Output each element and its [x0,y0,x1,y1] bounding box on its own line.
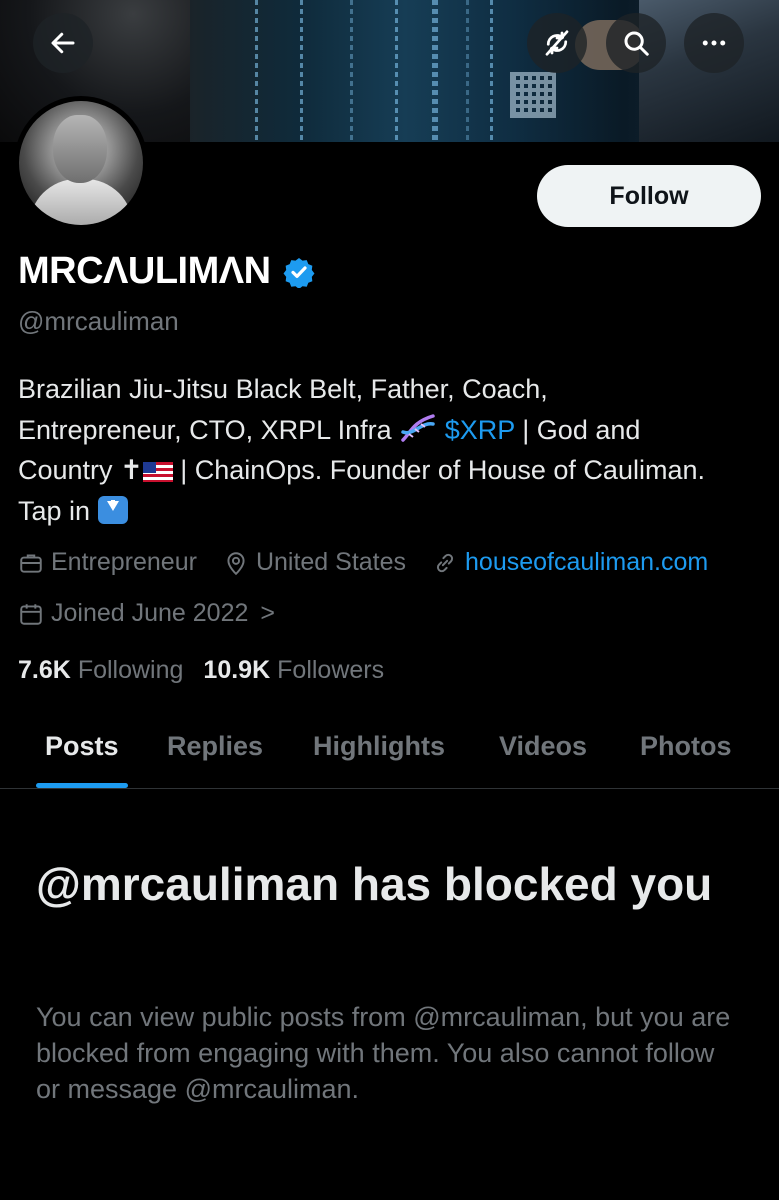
tab-highlights-label: Highlights [313,730,445,761]
bio-line-2: Entrepreneur, CTO, XRPL Infra $XRP | God… [18,410,768,451]
followers-stat[interactable]: 10.9K Followers [203,656,384,685]
following-stat[interactable]: 7.6K Following [18,656,183,685]
briefcase-icon [20,553,42,573]
bio-line-4: Tap in [18,491,768,532]
tab-highlights[interactable]: Highlights [313,710,445,782]
bio-line-4-text: Tap in [18,495,91,526]
search-icon [624,31,649,56]
banner-matrix-stream [490,0,493,142]
down-arrow-emoji-icon [97,495,128,524]
follow-button[interactable]: Follow [537,165,761,227]
tab-posts[interactable]: Posts [36,710,128,788]
us-flag-emoji-icon [142,462,173,482]
bio-line-2-text: Entrepreneur, CTO, XRPL Infra [18,414,392,445]
joined-row[interactable]: Joined June 2022 > [18,599,275,628]
profession-item: Entrepreneur [18,548,197,577]
website-link[interactable]: houseofcauliman.com [465,548,708,577]
verified-badge-icon[interactable] [283,256,315,288]
banner-matrix-stream [395,0,398,142]
location-item: United States [223,548,406,577]
blocked-title: @mrcauliman has blocked you [36,858,713,910]
followers-label: Followers [277,656,385,684]
sync-off-icon [545,30,569,56]
tab-photos[interactable]: Photos [640,710,732,782]
arrow-left-icon [51,32,75,54]
active-tab-indicator [36,783,128,788]
more-button[interactable] [684,13,744,73]
link-icon [436,553,454,572]
search-button[interactable] [606,13,666,73]
profession-label: Entrepreneur [51,548,197,576]
blocked-description: You can view public posts from @mrcaulim… [36,1002,731,1104]
avatar-head [53,115,107,183]
more-horizontal-icon [702,40,726,46]
bio-line-3-tail: | ChainOps. Founder of House of Cauliman… [180,455,705,485]
banner-matrix-stream [466,0,469,142]
following-count: 7.6K [18,656,71,684]
profile-bio: Brazilian Jiu-Jitsu Black Belt, Father, … [18,369,768,531]
banner-qr-code [510,72,556,118]
avatar[interactable] [14,96,148,230]
banner-matrix-stream [350,0,353,142]
banner-matrix-stream [300,0,303,142]
profile-tabs: Posts Replies Highlights Videos Photos [0,710,779,789]
sync-button[interactable] [527,13,587,73]
calendar-icon [20,603,42,625]
avatar-torso [29,179,133,225]
location-pin-icon [227,551,245,575]
user-handle: @mrcauliman [18,306,179,336]
bio-line-3-text: Country [18,455,113,485]
location-label: United States [255,548,407,576]
follow-stats: 7.6K Following 10.9K Followers [18,656,404,685]
tab-photos-label: Photos [640,730,732,761]
tab-videos[interactable]: Videos [499,710,587,782]
banner-matrix-stream [432,0,438,142]
cross-emoji-icon: ✝ [120,455,143,485]
dna-emoji-icon [401,413,435,442]
chevron-right-icon: > [260,599,275,627]
website-item[interactable]: houseofcauliman.com [432,548,708,577]
avatar-image [19,101,143,225]
following-label: Following [77,656,184,684]
tab-videos-label: Videos [499,730,588,761]
tab-posts-label: Posts [45,730,119,761]
bio-line-2-tail: | God and [522,414,641,445]
followers-count: 10.9K [203,656,271,684]
joined-date: Joined June 2022 [51,599,249,627]
xrp-cashtag-link[interactable]: $XRP [445,415,515,445]
display-name-text: MRCΛULIMΛN [18,250,271,292]
bio-line-1: Brazilian Jiu-Jitsu Black Belt, Father, … [18,374,548,404]
profile-meta-row: Entrepreneur United States houseofcaulim… [18,548,734,577]
bio-line-3: Country ✝ | ChainOps. Founder of House o… [18,450,768,491]
tab-replies-label: Replies [167,730,264,761]
banner-matrix-stream [255,0,258,142]
tab-replies[interactable]: Replies [167,710,263,782]
back-button[interactable] [33,13,93,73]
display-name: MRCΛULIMΛN [18,250,315,293]
